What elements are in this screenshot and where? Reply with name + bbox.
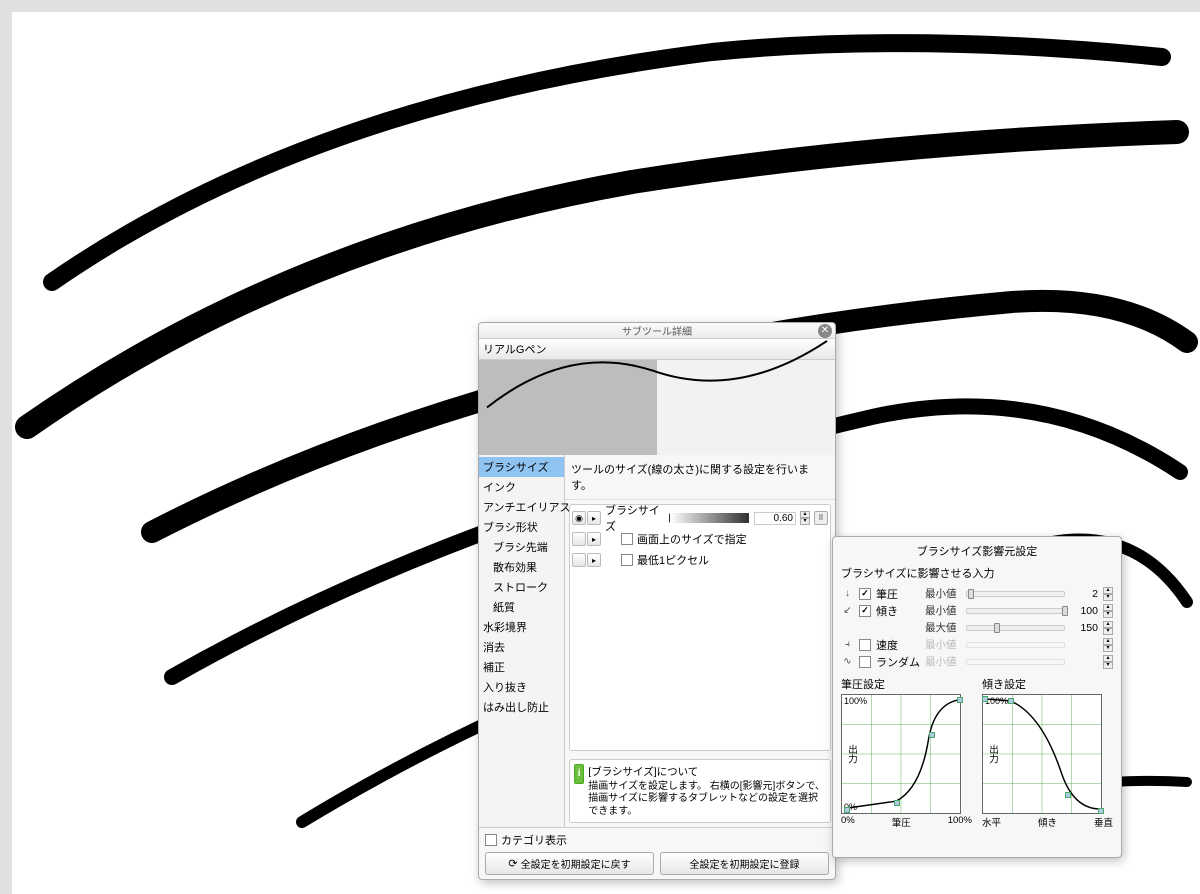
influence-source-button[interactable]: ⠿: [814, 511, 828, 525]
category-item[interactable]: 紙質: [479, 597, 564, 617]
subtool-detail-panel[interactable]: サブツール詳細 ✕ リアルGペン ブラシサイズインクアンチエイリアスブラシ形状ブ…: [478, 322, 836, 880]
category-description: ツールのサイズ(線の太さ)に関する設定を行います。: [565, 455, 835, 500]
value-spinner[interactable]: ▴▾: [1103, 587, 1113, 601]
influence-type-icon: ↓: [841, 588, 854, 599]
influence-value: 150: [1070, 622, 1098, 634]
category-show-label: カテゴリ表示: [501, 832, 567, 848]
value-spinner: ▴▾: [1103, 655, 1113, 669]
influence-slider: [966, 659, 1065, 665]
influence-type-icon: ↙: [841, 605, 854, 616]
influence-row: ↙ 傾き最小値 100 ▴▾: [841, 602, 1113, 619]
preview-stroke: [479, 323, 835, 417]
category-item[interactable]: アンチエイリアス: [479, 497, 564, 517]
influence-type-icon: ∿: [841, 656, 854, 667]
influence-row: ↓ 筆圧最小値 2 ▴▾: [841, 585, 1113, 602]
influence-label: 速度: [876, 637, 920, 653]
row-handle[interactable]: [572, 553, 586, 567]
category-item[interactable]: ストローク: [479, 577, 564, 597]
influence-checkbox[interactable]: [859, 605, 871, 617]
category-show-checkbox[interactable]: [485, 834, 497, 846]
influence-settings-panel[interactable]: ブラシサイズ影響元設定 ブラシサイズに影響させる入力 ↓筆圧最小値2▴▾↙傾き最…: [832, 536, 1122, 858]
brush-preview: [479, 360, 835, 455]
category-item[interactable]: はみ出し防止: [479, 697, 564, 717]
influence-subtitle: ブラシサイズに影響させる入力: [841, 565, 1113, 581]
register-defaults-button[interactable]: 全設定を初期設定に登録: [660, 852, 829, 875]
reset-icon: [508, 857, 517, 870]
row-handle[interactable]: [572, 532, 586, 546]
influence-slider: [966, 642, 1065, 648]
value-spinner: ▴▾: [1103, 638, 1113, 652]
min-pixel-checkbox[interactable]: [621, 554, 633, 566]
info-icon: i: [574, 764, 584, 784]
category-item[interactable]: 入り抜き: [479, 677, 564, 697]
help-box: i [ブラシサイズ]について 描画サイズを設定します。 右横の[影響元]ボタンで…: [569, 759, 831, 824]
influence-checkbox[interactable]: [859, 588, 871, 600]
brush-size-label: ブラシサイズ: [605, 502, 665, 534]
tilt-curve-graph[interactable]: 100% 出力: [982, 694, 1102, 814]
category-item[interactable]: インク: [479, 477, 564, 497]
category-item[interactable]: ブラシ形状: [479, 517, 564, 537]
minmax-label: 最小値: [925, 637, 961, 652]
influence-type-icon: ⫞: [841, 639, 854, 650]
settings-body: ブラシサイズ 0.60 ▴▾ ⠿ 画面上のサイズで指定: [569, 504, 831, 751]
influence-slider[interactable]: [966, 591, 1065, 597]
tilt-curve-box: 傾き設定 100% 出力: [982, 676, 1113, 829]
category-item[interactable]: ブラシ先端: [479, 537, 564, 557]
reset-defaults-button[interactable]: 全設定を初期設定に戻す: [485, 852, 654, 875]
influence-title: ブラシサイズ影響元設定: [841, 543, 1113, 559]
expand-icon[interactable]: [587, 532, 601, 546]
influence-label: 傾き: [876, 603, 920, 619]
influence-row: 最大値 150 ▴▾: [841, 619, 1113, 636]
value-spinner[interactable]: ▴▾: [1103, 604, 1113, 618]
influence-label: 筆圧: [876, 586, 920, 602]
category-item[interactable]: ブラシサイズ: [479, 457, 564, 477]
category-item[interactable]: 消去: [479, 637, 564, 657]
brush-size-value[interactable]: 0.60: [754, 512, 796, 525]
minmax-label: 最小値: [925, 586, 961, 601]
category-item[interactable]: 補正: [479, 657, 564, 677]
influence-value: 2: [1070, 588, 1098, 600]
eye-icon[interactable]: [572, 511, 586, 525]
minmax-label: 最小値: [925, 603, 961, 618]
influence-slider[interactable]: [966, 608, 1065, 614]
pressure-curve-title: 筆圧設定: [841, 676, 972, 692]
brush-size-slider[interactable]: [669, 513, 750, 523]
pressure-curve-graph[interactable]: 100% 0% 出力: [841, 694, 961, 814]
expand-icon[interactable]: [587, 553, 601, 567]
influence-label: ランダム: [876, 654, 920, 670]
brush-size-spinner[interactable]: ▴▾: [800, 511, 810, 525]
screen-size-checkbox[interactable]: [621, 533, 633, 545]
minmax-label: 最大値: [925, 620, 961, 635]
category-item[interactable]: 水彩境界: [479, 617, 564, 637]
help-body: 描画サイズを設定します。 右横の[影響元]ボタンで、描画サイズに影響するタブレッ…: [588, 781, 826, 819]
influence-value: 100: [1070, 605, 1098, 617]
help-title: [ブラシサイズ]について: [588, 764, 826, 779]
influence-checkbox[interactable]: [859, 639, 871, 651]
influence-checkbox[interactable]: [859, 656, 871, 668]
min-pixel-label: 最低1ピクセル: [637, 552, 709, 568]
influence-row: ∿ ランダム最小値 ▴▾: [841, 653, 1113, 670]
influence-row: ⫞ 速度最小値 ▴▾: [841, 636, 1113, 653]
category-item[interactable]: 散布効果: [479, 557, 564, 577]
influence-slider[interactable]: [966, 625, 1065, 631]
tilt-curve-title: 傾き設定: [982, 676, 1113, 692]
pressure-curve-box: 筆圧設定 100% 0% 出力: [841, 676, 972, 829]
minmax-label: 最小値: [925, 654, 961, 669]
value-spinner[interactable]: ▴▾: [1103, 621, 1113, 635]
screen-size-label: 画面上のサイズで指定: [637, 531, 747, 547]
expand-icon[interactable]: [587, 511, 601, 525]
category-list[interactable]: ブラシサイズインクアンチエイリアスブラシ形状ブラシ先端散布効果ストローク紙質水彩…: [479, 455, 565, 827]
